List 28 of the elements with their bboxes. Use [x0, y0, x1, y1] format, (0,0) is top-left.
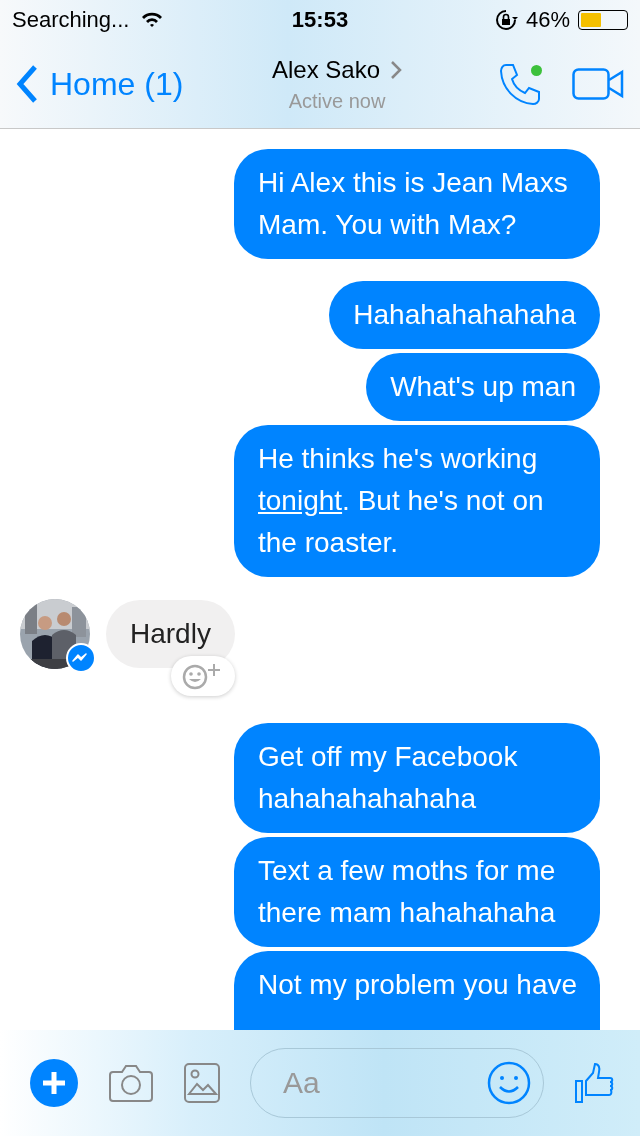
rotation-lock-icon: [493, 8, 518, 32]
phone-call-button[interactable]: [498, 61, 542, 107]
message-bubble: What's up man: [366, 353, 600, 421]
link[interactable]: tonight: [258, 485, 343, 516]
clock-time: 15:53: [291, 7, 349, 33]
message-bubble: Text a few moths for me there mam hahahahaha: [234, 837, 600, 947]
message-bubble: Not my problem you have: [234, 951, 600, 1030]
active-status: Active now: [288, 89, 386, 113]
message-bubble: Hahahahahahaha: [329, 281, 600, 349]
contact-name[interactable]: Alex Sako: [271, 55, 403, 84]
battery-percent: 46%: [525, 7, 570, 33]
message-bubble: He thinks he's working tonight. But he's not on the roaster.: [234, 425, 600, 577]
back-button[interactable]: Home (1): [16, 64, 216, 104]
messenger-badge-icon: [66, 643, 96, 673]
message-input-field[interactable]: Aa: [281, 1065, 487, 1101]
back-chevron-icon: [16, 64, 38, 104]
video-call-button[interactable]: [572, 68, 624, 100]
wifi-icon: [141, 12, 164, 28]
camera-button[interactable]: [108, 1063, 154, 1103]
add-reaction-button[interactable]: [170, 656, 235, 696]
thumbs-up-button[interactable]: [574, 1062, 616, 1104]
carrier-text: Searching...: [12, 7, 130, 33]
message-bubble: Get off my Facebook hahahahahahaha: [234, 723, 600, 833]
message-bubble: Hi Alex this is Jean Maxs Mam. You with Max?: [234, 149, 600, 259]
chevron-right-icon: [390, 59, 403, 80]
emoji-icon[interactable]: [487, 1061, 531, 1105]
gallery-button[interactable]: [184, 1063, 220, 1103]
add-button[interactable]: [30, 1059, 78, 1107]
